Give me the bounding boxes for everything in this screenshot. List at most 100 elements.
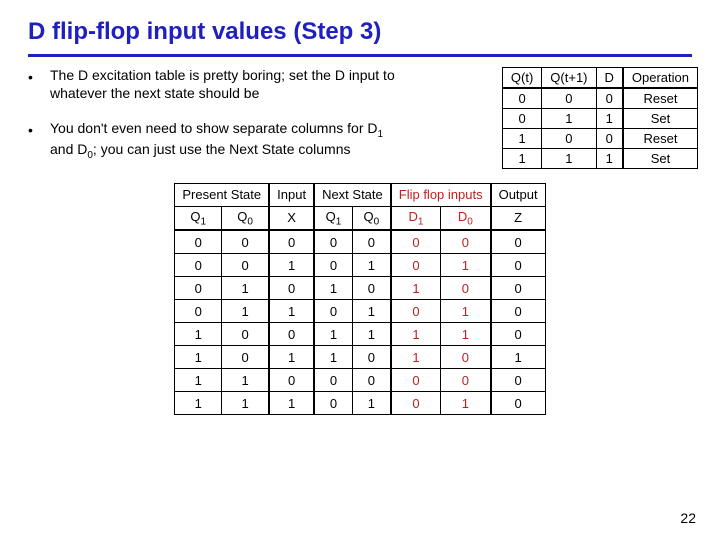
bullet-text: You don't even need to show separate col… <box>50 120 408 163</box>
table-cell: 0 <box>175 300 222 323</box>
table-cell: 1 <box>175 392 222 415</box>
table-cell: 0 <box>175 277 222 300</box>
table-cell: 0 <box>175 230 222 254</box>
table-row: 11000000 <box>175 369 545 392</box>
table-row: 00000000 <box>175 230 545 254</box>
table-cell: 1 <box>491 346 546 369</box>
slide-title: D flip-flop input values (Step 3) <box>0 0 720 50</box>
excitation-table: Q(t) Q(t+1) D Operation 000Reset011Set10… <box>502 67 698 169</box>
table-cell: 0 <box>491 254 546 277</box>
main-table-wrap: Present StateInputNext StateFlip flop in… <box>28 183 692 416</box>
table-cell: Set <box>623 109 698 129</box>
table-cell: 0 <box>269 230 314 254</box>
group-header: Output <box>491 183 546 206</box>
table-cell: 0 <box>596 88 623 109</box>
table-row: 10011110 <box>175 323 545 346</box>
table-cell: 0 <box>441 369 491 392</box>
table-cell: 1 <box>269 346 314 369</box>
table-cell: 0 <box>352 277 390 300</box>
table-cell: 0 <box>391 392 441 415</box>
table-row: 111Set <box>502 149 697 169</box>
table-cell: 1 <box>222 300 270 323</box>
title-underline <box>28 54 692 57</box>
table-cell: 0 <box>596 129 623 149</box>
table-cell: 1 <box>391 277 441 300</box>
table-cell: 0 <box>502 88 541 109</box>
table-cell: 0 <box>352 369 390 392</box>
table-cell: 1 <box>542 109 596 129</box>
table-cell: 1 <box>352 254 390 277</box>
sub-header: Q0 <box>352 206 390 230</box>
table-cell: 1 <box>222 369 270 392</box>
table-cell: 0 <box>391 300 441 323</box>
col-header: Q(t+1) <box>542 68 596 89</box>
table-cell: 1 <box>269 300 314 323</box>
table-row: 000Reset <box>502 88 697 109</box>
table-cell: 1 <box>441 392 491 415</box>
table-cell: 1 <box>441 323 491 346</box>
table-cell: 1 <box>314 323 352 346</box>
group-header: Flip flop inputs <box>391 183 491 206</box>
bullet-dot-icon: • <box>28 67 50 102</box>
bullet-list: • The D excitation table is pretty borin… <box>28 67 408 163</box>
table-cell: 0 <box>269 323 314 346</box>
state-table: Present StateInputNext StateFlip flop in… <box>174 183 545 416</box>
table-cell: 0 <box>391 254 441 277</box>
table-cell: 0 <box>314 254 352 277</box>
table-cell: 0 <box>491 392 546 415</box>
table-cell: Set <box>623 149 698 169</box>
table-cell: 1 <box>175 323 222 346</box>
table-cell: 0 <box>491 230 546 254</box>
sub-header: D0 <box>441 206 491 230</box>
col-header: Operation <box>623 68 698 89</box>
table-cell: 0 <box>542 88 596 109</box>
table-cell: Reset <box>623 129 698 149</box>
table-cell: 1 <box>441 254 491 277</box>
table-cell: 1 <box>314 346 352 369</box>
table-cell: 1 <box>269 254 314 277</box>
table-cell: 1 <box>391 323 441 346</box>
table-row: 10110101 <box>175 346 545 369</box>
table-cell: 1 <box>222 392 270 415</box>
sub-header: Q0 <box>222 206 270 230</box>
table-row: 00101010 <box>175 254 545 277</box>
table-cell: 1 <box>222 277 270 300</box>
table-cell: 1 <box>352 323 390 346</box>
table-header-row: Q(t) Q(t+1) D Operation <box>502 68 697 89</box>
table-row: 11101010 <box>175 392 545 415</box>
table-cell: 0 <box>352 230 390 254</box>
table-cell: 0 <box>502 109 541 129</box>
sub-header: X <box>269 206 314 230</box>
table-cell: 0 <box>314 230 352 254</box>
col-header: D <box>596 68 623 89</box>
table-cell: 0 <box>391 369 441 392</box>
table-cell: 0 <box>269 277 314 300</box>
table-cell: 0 <box>222 230 270 254</box>
table-cell: 0 <box>269 369 314 392</box>
table-row: 01101010 <box>175 300 545 323</box>
table-row: 011Set <box>502 109 697 129</box>
group-header: Next State <box>314 183 391 206</box>
group-header: Present State <box>175 183 269 206</box>
table-cell: 0 <box>491 323 546 346</box>
table-cell: Reset <box>623 88 698 109</box>
table-cell: 0 <box>542 129 596 149</box>
table-cell: 0 <box>441 277 491 300</box>
table-cell: 0 <box>491 369 546 392</box>
table-cell: 1 <box>352 392 390 415</box>
table-cell: 1 <box>269 392 314 415</box>
table-cell: 1 <box>441 300 491 323</box>
table-cell: 1 <box>596 149 623 169</box>
table-cell: 1 <box>596 109 623 129</box>
table-cell: 0 <box>175 254 222 277</box>
table-cell: 1 <box>542 149 596 169</box>
table-cell: 0 <box>314 392 352 415</box>
table-cell: 0 <box>314 369 352 392</box>
table-cell: 0 <box>352 346 390 369</box>
table-cell: 0 <box>222 346 270 369</box>
table-cell: 1 <box>502 129 541 149</box>
table-cell: 0 <box>391 230 441 254</box>
col-header: Q(t) <box>502 68 541 89</box>
table-cell: 0 <box>441 346 491 369</box>
table-row: 100Reset <box>502 129 697 149</box>
